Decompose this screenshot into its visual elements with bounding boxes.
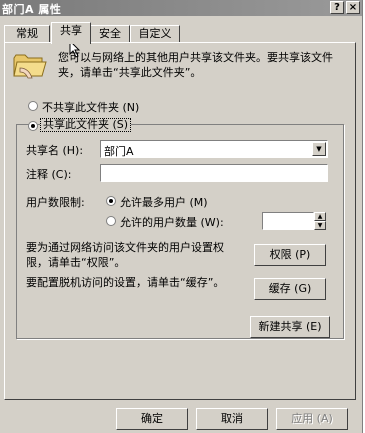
comment-input[interactable] xyxy=(100,164,328,182)
tab-customize[interactable]: 自定义 xyxy=(130,25,180,42)
help-button[interactable]: ? xyxy=(330,1,344,14)
spin-up-icon[interactable]: ▲ xyxy=(314,212,326,221)
user-count-input[interactable] xyxy=(262,212,314,230)
sharing-description: 您可以与网络上的其他用户共享该文件夹。要共享该文件夹，请单击“共享此文件夹”。 xyxy=(58,51,333,79)
permissions-text: 要为通过网络访问该文件夹的用户设置权限，请单击“权限”。 xyxy=(26,241,224,269)
close-button[interactable]: × xyxy=(346,1,360,14)
window-title: 部门A 属性 xyxy=(2,3,62,16)
share-radio[interactable] xyxy=(28,121,38,131)
share-name-value: 部门A xyxy=(104,145,134,158)
user-count-spinner[interactable]: ▲ ▼ xyxy=(314,212,326,230)
comment-label: 注释 (C): xyxy=(26,168,72,181)
tab-security[interactable]: 安全 xyxy=(90,25,130,42)
apply-button[interactable]: 应用 (A) xyxy=(276,408,348,430)
ok-button[interactable]: 确定 xyxy=(116,408,188,430)
spin-down-icon[interactable]: ▼ xyxy=(314,221,326,230)
max-users-radio[interactable] xyxy=(106,196,116,206)
max-users-label[interactable]: 允许最多用户 (M) xyxy=(120,194,208,210)
title-bar[interactable]: 部门A 属性 ? × xyxy=(0,0,362,16)
user-limit-label: 用户数限制: xyxy=(26,196,85,209)
tab-general[interactable]: 常规 xyxy=(4,25,50,42)
new-share-button[interactable]: 新建共享 (E) xyxy=(250,316,330,338)
share-name-select[interactable]: 部门A ▼ xyxy=(100,140,328,158)
no-share-label[interactable]: 不共享此文件夹 (N) xyxy=(42,99,139,115)
caching-text: 要配置脱机访问的设置，请单击“缓存”。 xyxy=(26,276,225,289)
share-label[interactable]: 共享此文件夹 (S) xyxy=(40,118,132,132)
cancel-button[interactable]: 取消 xyxy=(196,408,268,430)
user-count-radio[interactable] xyxy=(106,216,116,226)
caching-button[interactable]: 缓存 (G) xyxy=(254,278,326,300)
shared-folder-icon xyxy=(13,54,47,79)
properties-dialog: 部门A 属性 ? × 常规 共享 安全 自定义 您可以与网络上的其他用户共享该文… xyxy=(0,0,363,433)
chevron-down-icon[interactable]: ▼ xyxy=(312,142,326,156)
permissions-button[interactable]: 权限 (P) xyxy=(254,244,326,266)
tab-sharing[interactable]: 共享 xyxy=(51,22,91,44)
no-share-radio[interactable] xyxy=(28,101,38,111)
share-name-label: 共享名 (H): xyxy=(26,144,84,157)
user-count-label[interactable]: 允许的用户数量 (W): xyxy=(120,214,224,230)
